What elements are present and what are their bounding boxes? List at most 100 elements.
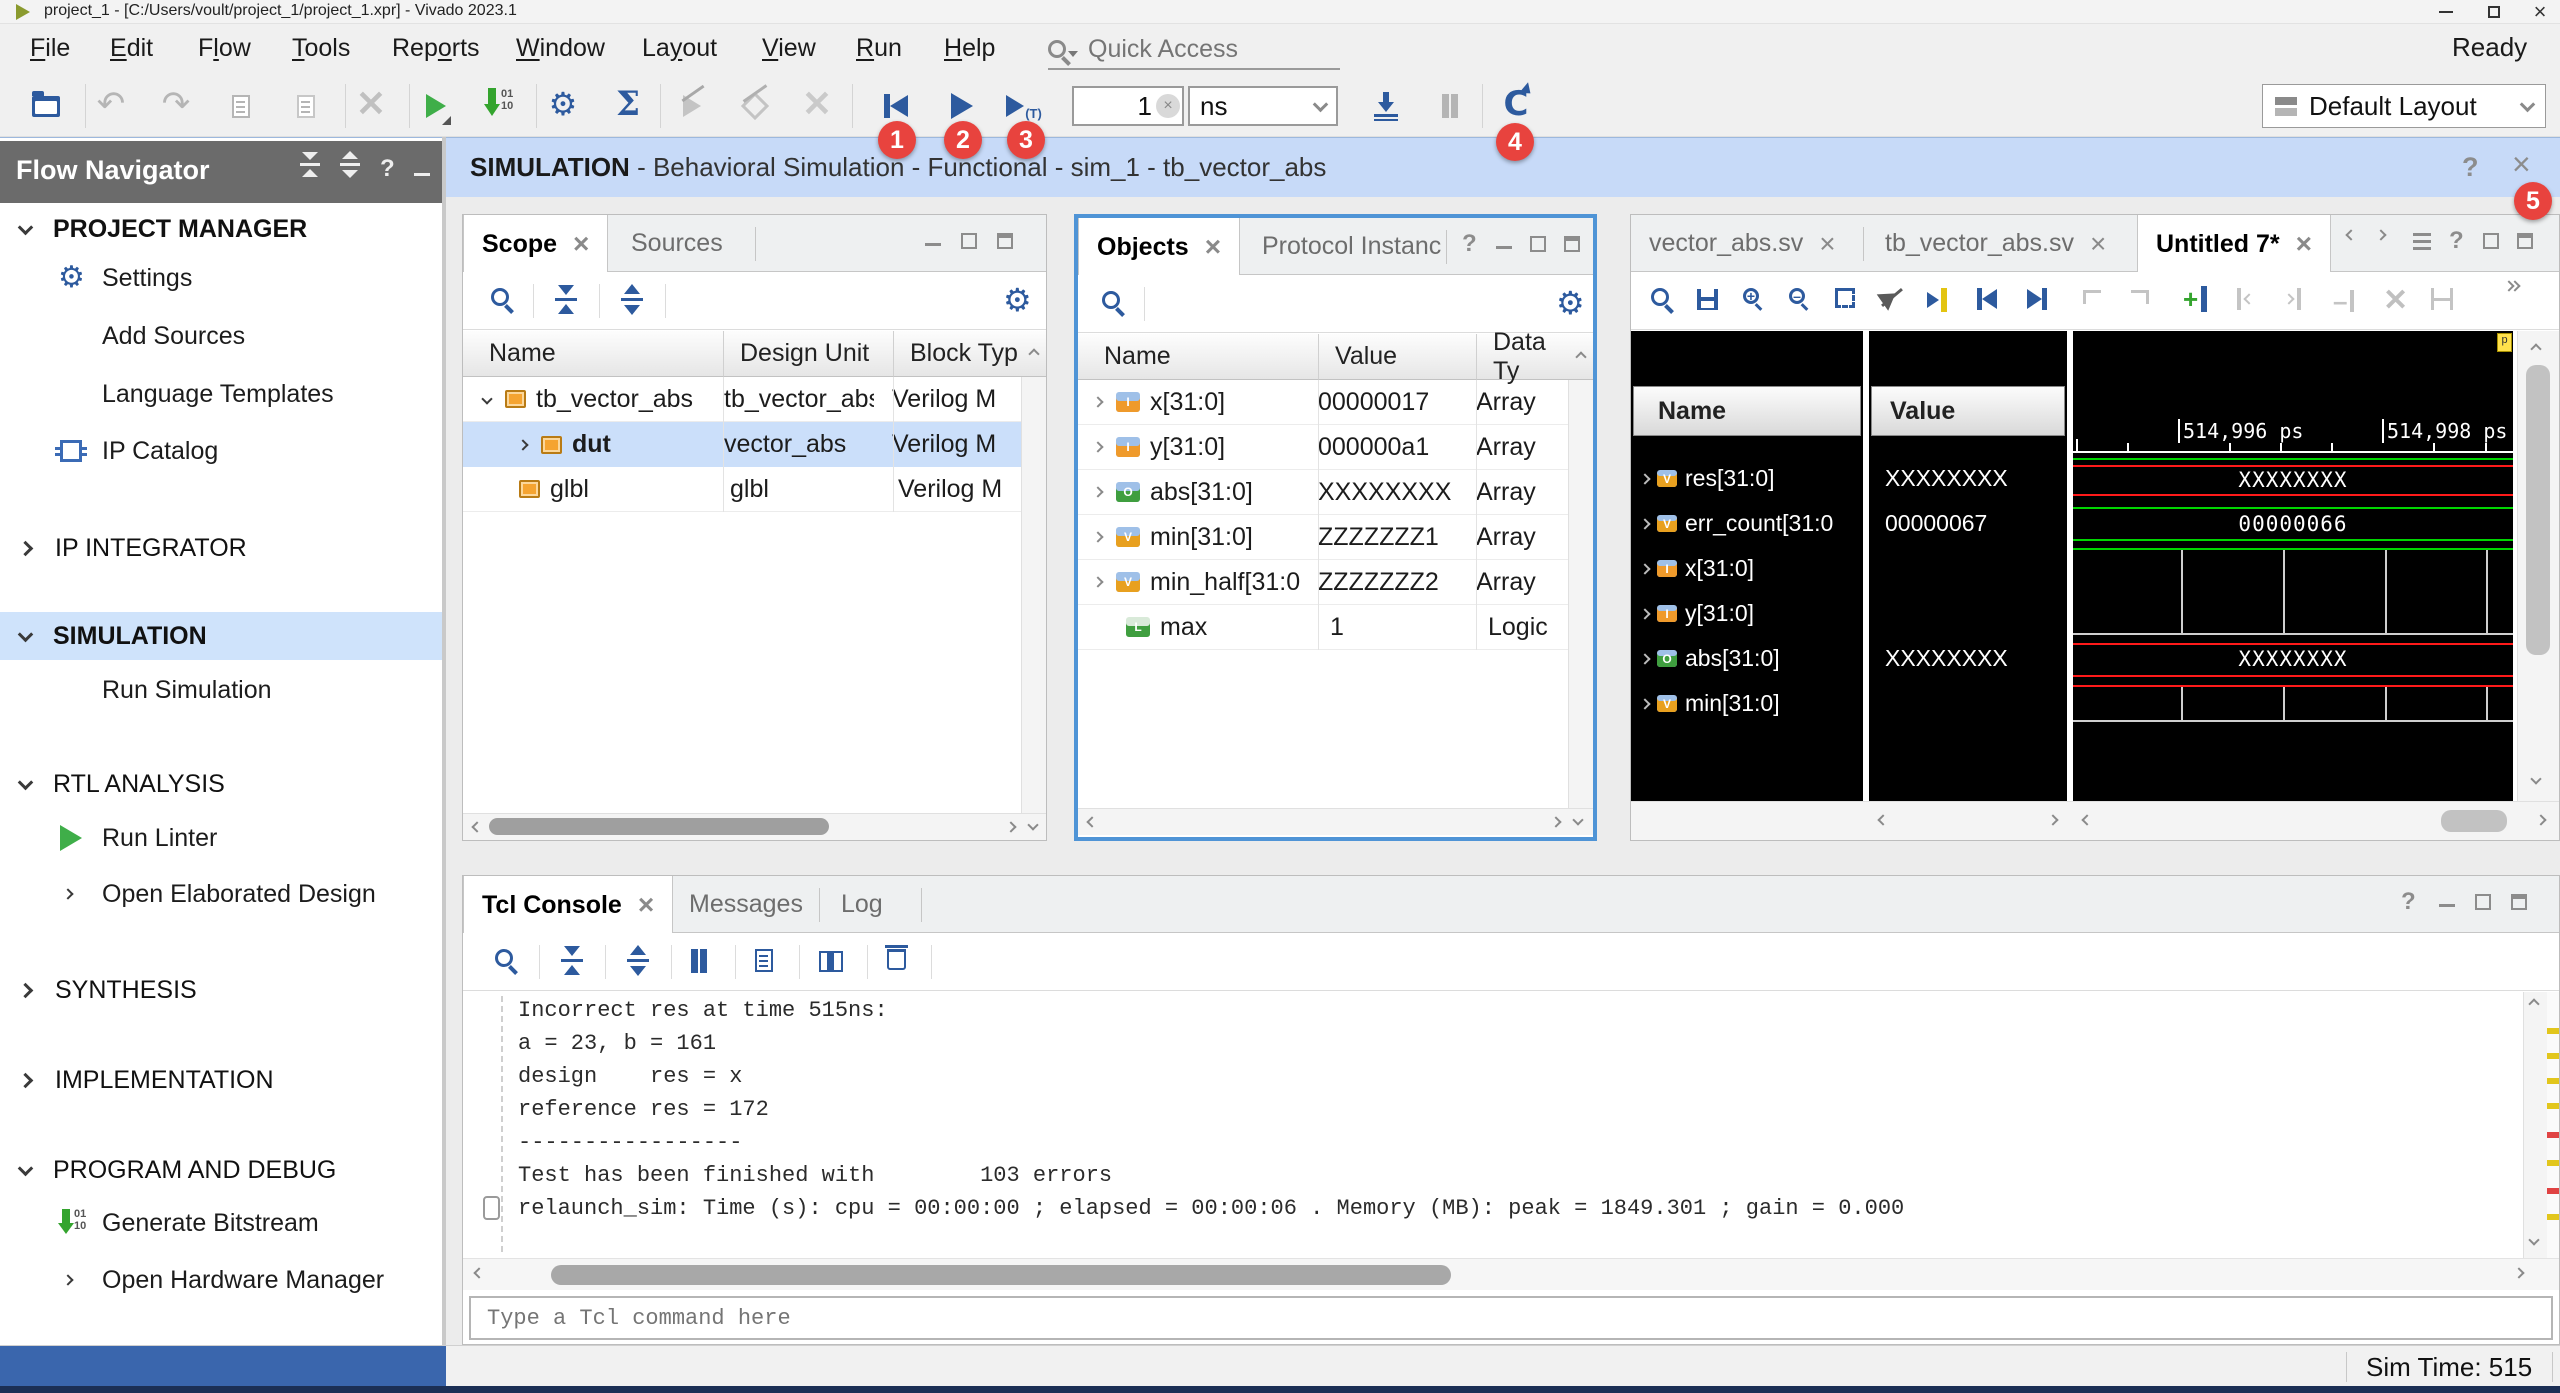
tab-untitled-7[interactable]: Untitled 7*× bbox=[2137, 215, 2331, 273]
sidebar-item-language-templates[interactable]: Language Templates bbox=[0, 370, 442, 418]
scope-row-glbl[interactable]: glbl glbl Verilog M bbox=[463, 467, 1021, 512]
redo-button[interactable]: ↷ bbox=[154, 82, 198, 126]
tab-vector-abs-sv[interactable]: vector_abs.sv× bbox=[1631, 215, 1854, 272]
tcl-command-input[interactable] bbox=[471, 1298, 2551, 1338]
clear-console-icon[interactable] bbox=[887, 949, 906, 970]
collapse-all-icon[interactable] bbox=[300, 163, 320, 166]
wave-row-x[interactable]: I x[31:0] bbox=[1631, 546, 1863, 591]
gear-icon[interactable]: ⚙ bbox=[1556, 287, 1585, 319]
float-icon[interactable] bbox=[1564, 236, 1580, 252]
objects-col-value[interactable]: Value bbox=[1318, 334, 1476, 380]
float-icon[interactable] bbox=[2517, 233, 2533, 249]
add-marker-icon[interactable]: + bbox=[2183, 286, 2207, 312]
paste-button[interactable] bbox=[284, 84, 328, 128]
scroll-up-icon[interactable] bbox=[2528, 998, 2539, 1009]
layout-selector[interactable]: Default Layout bbox=[2262, 84, 2546, 128]
objects-vscrollbar[interactable] bbox=[1568, 380, 1593, 808]
window-restore-button[interactable] bbox=[2472, 0, 2516, 24]
toolbar-overflow-icon[interactable] bbox=[2505, 282, 2519, 290]
warning-marker[interactable] bbox=[2547, 1028, 2559, 1034]
tab-scroll-right-icon[interactable] bbox=[2377, 231, 2385, 239]
flow-navigator-help-icon[interactable]: ? bbox=[380, 155, 395, 183]
close-icon[interactable]: × bbox=[1205, 233, 1221, 261]
tab-scope[interactable]: Scope× bbox=[463, 215, 608, 273]
close-icon[interactable]: × bbox=[1819, 230, 1835, 258]
scroll-left-icon[interactable] bbox=[2081, 814, 2092, 825]
scope-hscrollbar[interactable] bbox=[463, 813, 1046, 840]
objects-row-min-half[interactable]: V min_half[31:0] ZZZZZZZ2 Array bbox=[1078, 560, 1568, 605]
wave-row-abs[interactable]: O abs[31:0] bbox=[1631, 636, 1863, 681]
warning-marker[interactable] bbox=[2547, 1053, 2559, 1059]
wave-marker-flag-icon[interactable]: p bbox=[2497, 333, 2512, 352]
console-hscrollbar[interactable] bbox=[463, 1258, 2559, 1290]
close-icon[interactable]: × bbox=[638, 891, 654, 919]
tab-objects[interactable]: Objects× bbox=[1078, 218, 1240, 276]
hscroll-thumb[interactable] bbox=[551, 1265, 1451, 1285]
scroll-down-icon[interactable] bbox=[1027, 819, 1038, 830]
help-icon[interactable]: ? bbox=[2401, 888, 2416, 916]
menu-tools[interactable]: Tools bbox=[292, 34, 350, 63]
float-icon[interactable] bbox=[2511, 894, 2527, 910]
zoom-in-icon[interactable]: + bbox=[1743, 288, 1759, 304]
objects-row-max[interactable]: L max 1 Logic bbox=[1078, 605, 1568, 650]
warning-marker[interactable] bbox=[2547, 1160, 2559, 1166]
wave-name-header[interactable]: Name bbox=[1633, 386, 1861, 436]
objects-hscrollbar[interactable] bbox=[1078, 808, 1593, 835]
quick-access-input[interactable] bbox=[1088, 35, 1318, 64]
close-icon[interactable]: × bbox=[2090, 230, 2106, 258]
scroll-right-icon[interactable] bbox=[2047, 814, 2058, 825]
delete-button[interactable]: ✕ bbox=[349, 82, 393, 126]
tab-list-icon[interactable] bbox=[2413, 233, 2431, 236]
menu-view[interactable]: View bbox=[762, 34, 816, 63]
wave-row-min[interactable]: V min[31:0] bbox=[1631, 681, 1863, 726]
sidebar-section-ip-integrator[interactable]: IP INTEGRATOR bbox=[0, 524, 442, 572]
gear-icon[interactable]: ⚙ bbox=[1003, 284, 1032, 316]
menu-edit[interactable]: Edit bbox=[110, 34, 153, 63]
menu-run[interactable]: Run bbox=[856, 34, 902, 63]
open-project-button[interactable] bbox=[24, 84, 68, 128]
sidebar-section-implementation[interactable]: IMPLEMENTATION bbox=[0, 1056, 442, 1104]
expand-all-icon[interactable] bbox=[627, 959, 649, 962]
sim-relaunch-button[interactable]: C bbox=[1494, 82, 1538, 126]
close-icon[interactable]: × bbox=[2296, 230, 2312, 258]
undo-button[interactable]: ↶ bbox=[89, 82, 133, 126]
wave-value-header[interactable]: Value bbox=[1871, 386, 2065, 436]
objects-col-type[interactable]: Data Ty bbox=[1476, 334, 1568, 380]
sidebar-section-synthesis[interactable]: SYNTHESIS bbox=[0, 966, 442, 1014]
tab-sources[interactable]: Sources bbox=[613, 215, 741, 272]
scope-col-block-type[interactable]: Block Typ bbox=[893, 331, 1021, 377]
generate-bitstream-button[interactable]: 0110 bbox=[477, 82, 521, 126]
scroll-down-icon[interactable] bbox=[1572, 814, 1583, 825]
search-icon[interactable] bbox=[495, 949, 513, 967]
hscroll-thumb[interactable] bbox=[2441, 810, 2507, 832]
menu-help[interactable]: Help bbox=[944, 34, 995, 63]
collapse-all-icon[interactable] bbox=[555, 298, 577, 301]
quick-access-search[interactable] bbox=[1048, 30, 1340, 70]
clear-time-icon[interactable]: × bbox=[1156, 94, 1180, 118]
maximize-icon[interactable] bbox=[961, 233, 977, 249]
search-icon[interactable] bbox=[1651, 288, 1669, 306]
no-cursor-icon[interactable] bbox=[1881, 288, 1897, 308]
window-close-button[interactable]: × bbox=[2520, 0, 2560, 24]
tab-tcl-console[interactable]: Tcl Console× bbox=[463, 876, 673, 934]
sidebar-item-run-simulation[interactable]: Run Simulation bbox=[0, 666, 442, 714]
menu-layout[interactable]: Layout bbox=[642, 34, 717, 63]
help-icon[interactable]: ? bbox=[2449, 227, 2464, 255]
scroll-down-icon[interactable] bbox=[2530, 773, 2541, 784]
menu-window[interactable]: Window bbox=[516, 34, 605, 63]
scroll-right-icon[interactable] bbox=[1550, 816, 1561, 827]
tab-tb-vector-abs-sv[interactable]: tb_vector_abs.sv× bbox=[1867, 215, 2124, 272]
warning-marker[interactable] bbox=[2547, 1078, 2559, 1084]
warning-marker[interactable] bbox=[2547, 1214, 2559, 1220]
sim-time-input[interactable] bbox=[1074, 91, 1152, 122]
minimize-icon[interactable] bbox=[925, 243, 941, 246]
time-unit-select[interactable]: ns bbox=[1188, 86, 1338, 126]
tab-protocol-instances[interactable]: Protocol Instanc bbox=[1244, 218, 1459, 275]
sim-time-field[interactable]: × bbox=[1072, 86, 1184, 126]
scroll-left-icon[interactable] bbox=[1877, 814, 1888, 825]
scroll-left-icon[interactable] bbox=[1086, 816, 1097, 827]
settings-toolbar-button[interactable]: ⚙ bbox=[541, 82, 585, 126]
wave-row-res[interactable]: V res[31:0] bbox=[1631, 456, 1863, 501]
sidebar-item-run-linter[interactable]: Run Linter bbox=[0, 814, 442, 862]
sidebar-item-settings[interactable]: ⚙ Settings bbox=[0, 254, 442, 302]
